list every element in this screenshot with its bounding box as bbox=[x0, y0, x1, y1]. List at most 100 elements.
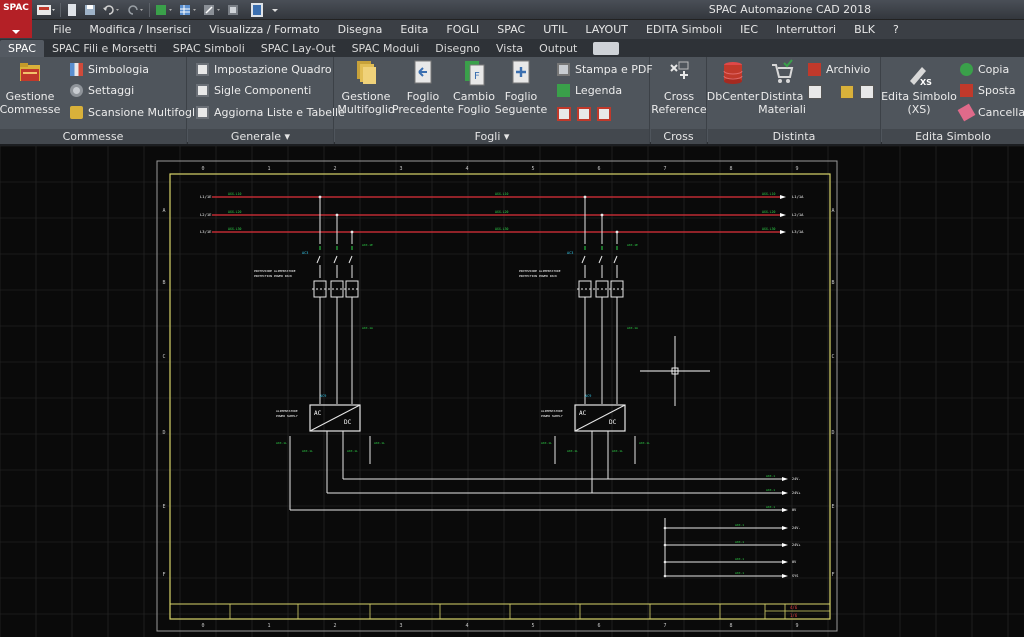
simbologia-button[interactable]: Simbologia bbox=[70, 63, 149, 76]
ribbon: Gestione Commesse Simbologia Settaggi Sc… bbox=[0, 57, 1024, 144]
archivio-button[interactable]: Archivio bbox=[808, 63, 870, 76]
copia-button[interactable]: Copia bbox=[960, 63, 1009, 76]
column-number: 6 bbox=[597, 166, 600, 172]
sheet-insert-icon[interactable] bbox=[577, 107, 591, 121]
drawing-canvas[interactable]: 0 0 1 1 2 2 3 3 4 4 5 5 6 6 7 7 8 8 9 9 A A B B C C D D E E F F 4/6 1/6 L1… bbox=[0, 146, 1024, 637]
arrow-head bbox=[782, 574, 788, 578]
spac-logo[interactable]: SPAC bbox=[0, 0, 32, 38]
menu-item-file[interactable]: File bbox=[44, 23, 80, 36]
sheet-copy-icon[interactable] bbox=[597, 107, 611, 121]
menu-item-layout[interactable]: LAYOUT bbox=[576, 23, 637, 36]
app-menu-icon[interactable] bbox=[36, 2, 56, 18]
schematic-drawing[interactable]: 0 0 1 1 2 2 3 3 4 4 5 5 6 6 7 7 8 8 9 9 A A B B C C D D E E F F 4/6 1/6 L1… bbox=[0, 146, 1024, 637]
report-icon[interactable] bbox=[860, 85, 874, 99]
gestione-multifoglio-button[interactable]: Gestione Multifoglio bbox=[337, 59, 395, 116]
menu-item-fogli[interactable]: FOGLI bbox=[437, 23, 488, 36]
cross-reference-button[interactable]: Cross Reference bbox=[651, 59, 707, 116]
quick-access-toolbar bbox=[36, 1, 282, 19]
logo-text: SPAC bbox=[3, 3, 29, 13]
junction-dot bbox=[600, 213, 604, 217]
tab-output[interactable]: Output bbox=[531, 40, 585, 57]
redo-icon[interactable] bbox=[125, 2, 145, 18]
arrow-head bbox=[782, 508, 788, 512]
tab-spac-lay-out[interactable]: SPAC Lay-Out bbox=[253, 40, 344, 57]
tab-disegno[interactable]: Disegno bbox=[427, 40, 488, 57]
dbcenter-button[interactable]: DbCenter bbox=[707, 59, 759, 103]
menu-item-spac[interactable]: SPAC bbox=[488, 23, 534, 36]
ribbon-tab-dropdown[interactable] bbox=[593, 42, 620, 55]
tab-spac[interactable]: SPAC bbox=[0, 40, 44, 57]
panel-label-fogli[interactable]: Fogli ▾ bbox=[335, 129, 649, 144]
app-title: SPAC Automazione CAD 2018 bbox=[708, 3, 872, 16]
menu-item-visualizza-formato[interactable]: Visualizza / Formato bbox=[200, 23, 328, 36]
layers-icon[interactable] bbox=[154, 2, 174, 18]
cancella-button[interactable]: Cancella bbox=[957, 103, 1024, 122]
panel-layout-icon bbox=[196, 63, 209, 76]
impostazione-quadro-button[interactable]: Impostazione Quadro bbox=[196, 63, 332, 76]
aggiorna-liste-button[interactable]: Aggiorna Liste e Tabelle bbox=[196, 106, 345, 119]
menu-item-edita-simboli[interactable]: EDITA Simboli bbox=[637, 23, 731, 36]
column-number: 5 bbox=[531, 166, 534, 172]
menu-item-modifica-inserisci[interactable]: Modifica / Inserisci bbox=[80, 23, 200, 36]
column-number: 0 bbox=[201, 166, 204, 172]
foglio-seguente-button[interactable]: Foglio Seguente bbox=[495, 59, 547, 116]
panel-cross: Cross Reference Cross bbox=[651, 57, 707, 144]
column-number: 3 bbox=[399, 166, 402, 172]
undo-icon[interactable] bbox=[101, 2, 121, 18]
sigle-componenti-button[interactable]: Sigle Componenti bbox=[196, 84, 311, 97]
row-letter: A bbox=[831, 208, 834, 214]
foglio-precedente-button[interactable]: Foglio Precedente bbox=[392, 59, 454, 116]
arrow-head bbox=[780, 230, 786, 234]
junction-dot bbox=[663, 543, 667, 547]
table-icon[interactable] bbox=[808, 85, 822, 99]
panel-generale: Impostazione Quadro Sigle Componenti Agg… bbox=[188, 57, 345, 144]
refresh-table-icon bbox=[196, 106, 209, 119]
menu-item-interruttori[interactable]: Interruttori bbox=[767, 23, 845, 36]
distinta-materiali-button[interactable]: Distinta Materiali bbox=[758, 59, 806, 116]
menu-item-[interactable]: ? bbox=[884, 23, 908, 36]
window-layout-icon[interactable] bbox=[250, 2, 264, 18]
sposta-button[interactable]: Sposta bbox=[960, 84, 1015, 97]
export-icon[interactable] bbox=[840, 85, 854, 99]
edita-simbolo-xs-button[interactable]: XS Edita Simbolo (XS) bbox=[881, 59, 957, 116]
grid-icon[interactable] bbox=[178, 2, 198, 18]
cad-application-window: SPAC Automazione CAD 2018 SPAC File Modif… bbox=[0, 0, 1024, 637]
psu-dc-label: DC bbox=[344, 419, 352, 426]
menu-item-blk[interactable]: BLK bbox=[845, 23, 884, 36]
menu-item-edita[interactable]: Edita bbox=[391, 23, 437, 36]
menu-item-iec[interactable]: IEC bbox=[731, 23, 767, 36]
breaker-contact bbox=[613, 255, 618, 264]
settings-icon[interactable] bbox=[202, 2, 222, 18]
tab-spac-simboli[interactable]: SPAC Simboli bbox=[165, 40, 253, 57]
tab-spac-fili-e-morsetti[interactable]: SPAC Fili e Morsetti bbox=[44, 40, 165, 57]
panel-label-generale[interactable]: Generale ▾ bbox=[188, 129, 333, 144]
row-letter: B bbox=[831, 280, 834, 286]
junction-dot bbox=[663, 574, 667, 578]
legenda-button[interactable]: Legenda bbox=[557, 84, 622, 97]
sheet-delete-icon[interactable] bbox=[557, 107, 571, 121]
print-icon bbox=[557, 63, 570, 76]
stampa-pdf-button[interactable]: Stampa e PDF bbox=[557, 63, 653, 76]
row-letter: E bbox=[831, 504, 834, 510]
output-label: 24V- bbox=[792, 477, 800, 481]
tab-spac-moduli[interactable]: SPAC Moduli bbox=[344, 40, 428, 57]
scansione-multifogli-button[interactable]: Scansione Multifogli bbox=[70, 106, 198, 119]
chevron-down-icon[interactable] bbox=[268, 2, 282, 18]
gestione-commesse-button[interactable]: Gestione Commesse bbox=[0, 59, 60, 116]
window-icon[interactable] bbox=[226, 2, 246, 18]
save-icon[interactable] bbox=[83, 2, 97, 18]
menu-item-disegna[interactable]: Disegna bbox=[329, 23, 392, 36]
tab-vista[interactable]: Vista bbox=[488, 40, 531, 57]
cambio-foglio-button[interactable]: F Cambio Foglio bbox=[451, 59, 497, 116]
settaggi-button[interactable]: Settaggi bbox=[70, 84, 134, 97]
psu-tag: AC9 bbox=[585, 394, 591, 398]
wire-tag: AXX.L30 bbox=[228, 227, 242, 231]
arrow-head bbox=[782, 526, 788, 530]
new-icon[interactable] bbox=[65, 2, 79, 18]
psu-tag: AC9 bbox=[320, 394, 326, 398]
menu-item-util[interactable]: UTIL bbox=[534, 23, 576, 36]
row-letter: D bbox=[162, 430, 165, 436]
panel-distinta: DbCenter Distinta Materiali Archivio Dis… bbox=[707, 57, 881, 144]
edit-symbol-icon: XS bbox=[910, 67, 932, 87]
wire-tag: AXX.1 bbox=[735, 571, 744, 575]
